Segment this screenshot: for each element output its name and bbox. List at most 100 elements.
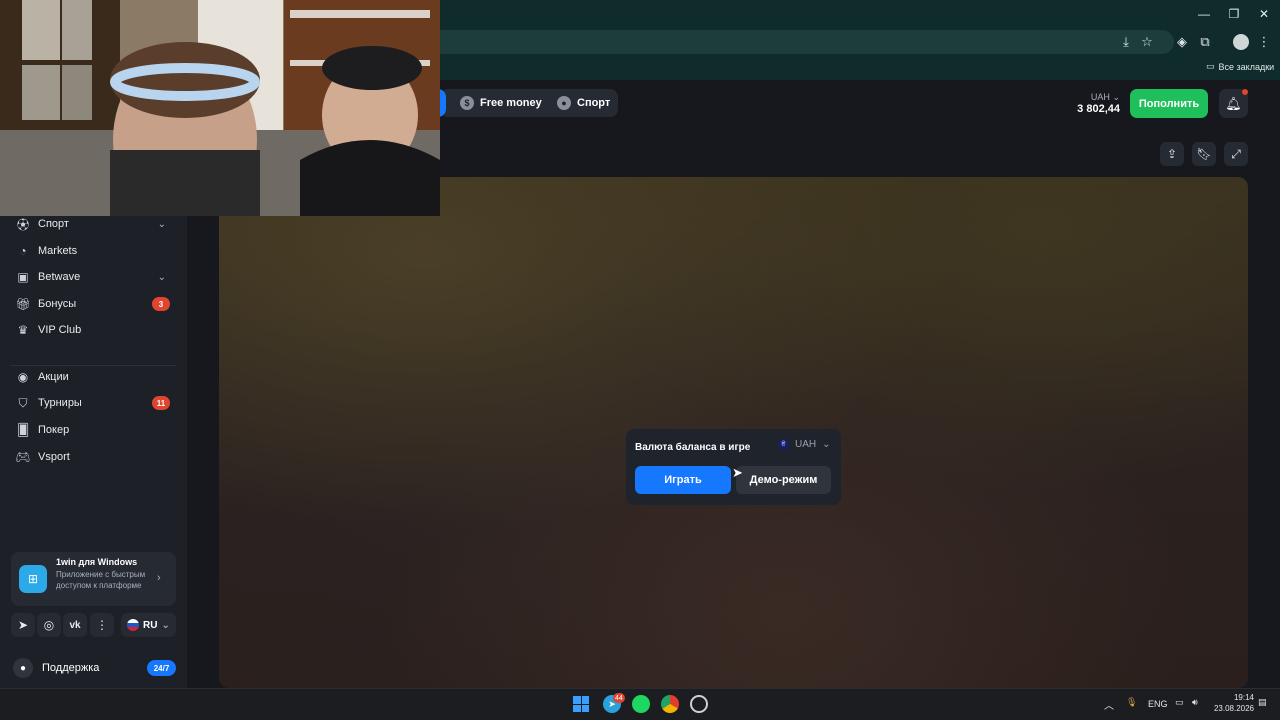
bell-icon: 🔔︎ <box>1225 95 1242 111</box>
language-label: RU <box>143 619 158 631</box>
ru-flag-icon <box>127 619 139 631</box>
count-badge: 3 <box>152 297 170 311</box>
clock-date: 23.08.2026 <box>1213 704 1254 713</box>
play-button[interactable]: Играть <box>635 466 731 494</box>
chevron-down-icon: ⌄ <box>157 218 166 230</box>
ball-icon: ● <box>557 96 571 110</box>
sidebar-item-betwave[interactable]: ▣ Betwave ⌄ <box>16 266 176 288</box>
restore-icon[interactable]: ❐ <box>1226 6 1242 22</box>
share-icon: ⇪ <box>1166 147 1178 161</box>
app-promo-text: Приложение с быстрым доступом к платформ… <box>56 570 146 590</box>
currency-select[interactable]: ₴ UAH ⌄ <box>778 439 831 450</box>
sidebar-item-label: Акции <box>38 371 69 383</box>
fullscreen-button[interactable]: ⤢ <box>1224 142 1248 166</box>
vk-icon: vk <box>69 619 81 631</box>
chevron-down-icon: ⌄ <box>157 271 166 283</box>
spotify-taskbar-icon[interactable] <box>632 695 650 713</box>
bookmark-button[interactable]: 🔖︎ <box>1192 142 1216 166</box>
balance-amount: 3 802,44 <box>1077 103 1120 115</box>
input-language[interactable]: ENG <box>1148 699 1168 709</box>
chat-icon: ● <box>13 658 33 678</box>
modal-title: Валюта баланса в игре <box>635 442 751 453</box>
app-promo-card[interactable]: ⊞ 1win для Windows Приложение с быстрым … <box>11 552 176 606</box>
cards-icon: 🂠 <box>16 423 30 437</box>
support-row[interactable]: ● Поддержка 24/7 <box>0 650 187 688</box>
mouse-cursor-icon: ➤ <box>732 465 743 480</box>
sidebar-item-vip-club[interactable]: ♛ VIP Club <box>16 319 176 341</box>
display-icon[interactable]: ▭ <box>1175 697 1184 708</box>
crown-icon: ♛ <box>17 323 29 337</box>
sidebar-item-label: VIP Club <box>38 324 82 336</box>
chevron-down-icon: ⌄ <box>1112 92 1120 102</box>
support-label: Поддержка <box>42 662 100 674</box>
currency-icon: ₴ <box>778 439 789 450</box>
share-button[interactable]: ⇪ <box>1160 142 1184 166</box>
chrome-taskbar-icon[interactable] <box>661 695 679 713</box>
volume-icon[interactable]: 🔊︎ <box>1192 697 1198 708</box>
telegram-taskbar-badge: 44 <box>613 693 625 703</box>
install-app-icon[interactable]: ⤓ <box>1118 34 1134 50</box>
chevron-down-icon: ⌄ <box>822 439 831 450</box>
all-bookmarks-label: Все закладки <box>1218 61 1275 72</box>
betwave-icon: ▣ <box>17 270 29 284</box>
free-money-tab[interactable]: $ Free money <box>452 89 550 117</box>
support-badge: 24/7 <box>147 660 176 676</box>
sidebar-item-акции[interactable]: ◉ Акции <box>16 366 176 388</box>
extensions-icon[interactable]: ⧉ <box>1197 34 1213 50</box>
ball-icon: ⚽︎ <box>16 217 29 232</box>
balance-display[interactable]: UAH ⌄ 3 802,44 <box>1070 92 1120 115</box>
app-taskbar-icon[interactable] <box>690 695 708 713</box>
start-icon[interactable] <box>573 696 589 712</box>
windows-app-icon: ⊞ <box>19 565 47 593</box>
clock[interactable]: 19:14 23.08.2026 <box>1210 692 1254 714</box>
vk-button[interactable]: vk <box>63 613 87 637</box>
sport-tab[interactable]: ● Спорт <box>549 89 618 117</box>
all-bookmarks[interactable]: ▭ Все закладки <box>1206 61 1274 72</box>
bookmark-star-icon[interactable]: ☆ <box>1139 34 1155 50</box>
sidebar-item-label: Покер <box>38 424 70 436</box>
close-icon[interactable]: ✕ <box>1256 6 1272 22</box>
telegram-button[interactable]: ➤ <box>11 613 35 637</box>
more-button[interactable]: ⋮ <box>90 613 114 637</box>
clock-time: 19:14 <box>1233 693 1254 702</box>
sidebar-divider <box>10 365 176 366</box>
count-badge: 11 <box>152 396 170 410</box>
sidebar-item-покер[interactable]: 🂠 Покер <box>16 419 176 441</box>
microphone-icon[interactable]: 🎙︎ <box>1126 697 1137 708</box>
language-selector[interactable]: RU ⌄ <box>121 613 176 637</box>
webcam-overlay <box>0 0 440 216</box>
gamepad-icon: 🎮︎ <box>15 450 31 464</box>
sidebar-item-label: Vsport <box>38 451 70 463</box>
expand-icon: ⤢ <box>1231 146 1241 161</box>
demo-mode-button[interactable]: Демо-режим <box>736 466 831 494</box>
free-money-label: Free money <box>480 97 542 109</box>
sidebar-item-бонусы[interactable]: 🎁︎ Бонусы 3 <box>15 293 176 315</box>
tray-chevron-up-icon[interactable]: ︿ <box>1104 697 1114 712</box>
notification-center-icon[interactable]: ▤ <box>1258 697 1267 708</box>
browser-menu-icon[interactable]: ⋮ <box>1256 34 1272 50</box>
shield-icon: ⛉ <box>18 395 28 410</box>
sidebar-item-турниры[interactable]: ⛉ Турниры 11 <box>16 392 176 414</box>
sidebar-item-спорт[interactable]: ⚽︎ Спорт ⌄ <box>16 213 176 235</box>
sidebar-item-vsport[interactable]: 🎮︎ Vsport <box>15 446 176 468</box>
instagram-button[interactable]: ◎ <box>37 613 61 637</box>
sidebar-item-label: Спорт <box>38 218 69 230</box>
sidebar-item-label: Markets <box>38 245 78 257</box>
shield-extension-icon[interactable]: ◈ <box>1174 34 1190 50</box>
chevron-right-icon: › <box>157 572 161 584</box>
balance-currency: UAH <box>1090 92 1110 102</box>
sport-label: Спорт <box>577 97 611 109</box>
instagram-icon: ◎ <box>43 618 55 632</box>
sidebar-item-markets[interactable]: ◔ Markets <box>16 240 176 262</box>
webcam-video <box>0 0 440 216</box>
profile-avatar[interactable] <box>1233 34 1249 50</box>
address-bar[interactable] <box>420 30 1174 54</box>
markets-icon: ◔ <box>19 244 27 258</box>
more-icon: ⋮ <box>96 618 108 632</box>
deposit-button[interactable]: Пополнить <box>1130 89 1208 118</box>
folder-icon: ▭ <box>1206 61 1215 71</box>
minimize-icon[interactable]: — <box>1196 6 1212 22</box>
sidebar-item-label: Betwave <box>38 271 81 283</box>
currency-value: UAH <box>795 439 817 450</box>
app-promo-title: 1win для Windows <box>56 557 138 567</box>
